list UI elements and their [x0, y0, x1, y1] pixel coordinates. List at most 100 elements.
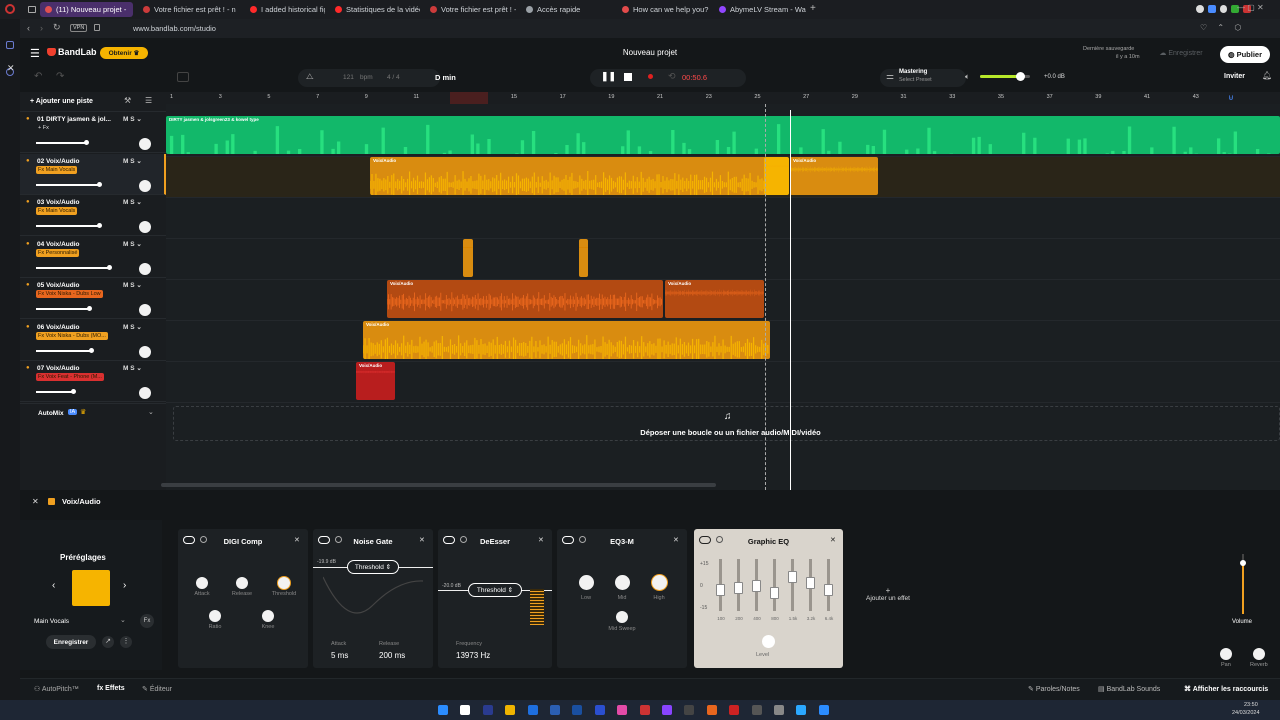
gate-threshold-pill[interactable]: Threshold ⇕ — [347, 560, 399, 574]
track-lane[interactable] — [166, 239, 1280, 280]
audio-clip[interactable] — [463, 239, 473, 277]
horizontal-scrollbar[interactable] — [161, 483, 716, 487]
knee-knob[interactable] — [262, 610, 274, 622]
obtain-button[interactable]: Obtenir ♛ — [100, 47, 148, 59]
taskbar-app-icon[interactable] — [617, 705, 628, 715]
tracks-settings-icon[interactable]: ☰ — [145, 96, 152, 105]
save-project-button[interactable]: ☁ Enregistrer — [1150, 46, 1212, 60]
preset-artwork[interactable] — [72, 570, 110, 606]
taskbar-app-icon[interactable] — [751, 705, 762, 715]
taskbar-app-icon[interactable] — [460, 705, 471, 715]
track-volume-slider[interactable] — [36, 181, 102, 187]
preset-chevron-icon[interactable]: ⌄ — [120, 616, 126, 624]
remove-effect-icon[interactable]: ✕ — [419, 536, 425, 544]
low-knob[interactable] — [579, 575, 594, 590]
reverb-knob[interactable] — [1253, 648, 1265, 660]
window-controls[interactable]: — ▢ ✕ — [1237, 3, 1264, 12]
add-effect-button[interactable]: + Ajouter un effet — [858, 586, 918, 602]
remove-effect-icon[interactable]: ✕ — [538, 536, 544, 544]
tool-icon[interactable]: ⚒ — [124, 96, 131, 105]
effects-tab[interactable]: fx Effets — [97, 685, 125, 692]
browser-tab[interactable]: (11) Nouveau projet - — [40, 2, 133, 17]
sidebar-icon-1[interactable] — [6, 41, 14, 49]
browser-tab[interactable]: Votre fichier est prêt ! - n — [138, 2, 240, 17]
track-volume-handle[interactable] — [96, 223, 102, 228]
audio-clip[interactable]: Voix/Audio — [387, 280, 663, 318]
pan-knob[interactable] — [1220, 648, 1232, 660]
track-name[interactable]: 03 Voix/Audio — [37, 199, 80, 206]
taskbar-app-icon[interactable] — [706, 705, 717, 715]
mid-sweep-knob[interactable] — [616, 611, 628, 623]
record-icon[interactable] — [648, 74, 653, 79]
audio-clip[interactable] — [579, 239, 588, 277]
mute-solo-buttons[interactable]: M S ⌄ — [123, 364, 142, 372]
bandlab-logo[interactable]: BandLab — [58, 47, 97, 57]
gate-release-value[interactable]: 200 ms — [379, 651, 405, 660]
track-volume-slider[interactable] — [36, 389, 76, 394]
mute-solo-buttons[interactable]: M S ⌄ — [123, 281, 142, 289]
taskbar-app-icon[interactable] — [662, 705, 672, 715]
taskbar-app-icon[interactable] — [796, 705, 807, 715]
new-tab-button[interactable]: + — [810, 3, 816, 14]
audio-clip[interactable] — [764, 157, 789, 195]
taskbar-app-icon[interactable] — [482, 705, 493, 715]
invite-button[interactable]: Inviter — [1224, 73, 1245, 80]
track-name[interactable]: 04 Voix/Audio — [37, 241, 80, 248]
taskbar-app-icon[interactable] — [774, 705, 784, 715]
track-header[interactable]: ● 01 DIRTY jasmen & jol... M S ⌄ + Fx — [20, 112, 166, 153]
arrangement-area[interactable]: DIRTY jasmen & jolsgreen23 & kowel type V… — [161, 104, 1280, 490]
autopitch-tab[interactable]: ⚇ AutoPitch™ — [34, 685, 79, 693]
attack-knob[interactable] — [196, 577, 208, 589]
browser-tab[interactable]: How can we help you? - — [617, 2, 709, 17]
audio-clip[interactable]: Voix/Audio — [665, 280, 764, 318]
remove-effect-icon[interactable]: ✕ — [830, 536, 836, 544]
prev-preset-icon[interactable]: ‹ — [52, 580, 55, 591]
track-pan-knob[interactable] — [139, 221, 151, 233]
bpm-value[interactable]: 121 — [343, 74, 354, 81]
browser-logo-icon[interactable] — [5, 4, 15, 14]
deesser-frequency-value[interactable]: 13973 Hz — [456, 651, 490, 660]
close-panel-icon[interactable]: ✕ — [32, 497, 39, 506]
vpn-badge[interactable]: VPN — [70, 24, 88, 32]
geq-band-handle[interactable] — [788, 570, 797, 583]
undo-icon[interactable]: ↶ — [34, 71, 42, 82]
loop-icon[interactable]: ⟲ — [668, 71, 676, 82]
preset-fx-icon[interactable]: Fx — [140, 614, 154, 628]
notification-icon[interactable]: 🔔︎ — [1262, 71, 1272, 80]
shortcuts-button[interactable]: ⌘ Afficher les raccourcis — [1184, 685, 1268, 693]
geq-band-handle[interactable] — [806, 577, 815, 590]
master-volume-slider[interactable] — [980, 72, 1030, 81]
stop-icon[interactable] — [624, 73, 632, 81]
taskbar-app-icon[interactable] — [729, 705, 740, 715]
track-volume-handle[interactable] — [83, 140, 89, 145]
browser-tab[interactable]: Accès rapide — [521, 2, 611, 17]
track-fx-badge[interactable]: Fx Personnalisé — [36, 248, 80, 257]
browser-menu-icons[interactable]: ♡ ⌃ ⬡ — [1200, 23, 1245, 32]
drop-zone[interactable]: ♫ Déposer une boucle ou un fichier audio… — [173, 406, 1280, 441]
pause-icon[interactable]: ❚❚ — [601, 71, 616, 82]
track-name[interactable]: 01 DIRTY jasmen & jol... — [37, 116, 111, 123]
forward-icon[interactable]: › — [40, 23, 43, 33]
track-volume-handle[interactable] — [87, 306, 93, 311]
geq-band-handle[interactable] — [752, 579, 761, 592]
ratio-knob[interactable] — [209, 610, 221, 622]
audio-clip[interactable]: Voix/Audio — [356, 362, 395, 400]
track-name[interactable]: 06 Voix/Audio — [37, 324, 80, 331]
track-fx-badge[interactable]: Fx Voix Niska - Dubs (MO... — [36, 331, 108, 340]
loop-region[interactable] — [450, 92, 488, 104]
audio-clip[interactable]: Voix/Audio — [363, 321, 770, 359]
browser-tab[interactable]: Statistiques de la vidéo - — [330, 2, 420, 17]
track-pan-knob[interactable] — [139, 179, 151, 192]
remove-effect-icon[interactable]: ✕ — [294, 536, 300, 544]
release-knob[interactable] — [236, 577, 248, 589]
track-header[interactable]: ● 03 Voix/Audio M S ⌄ Fx Main Vocals — [20, 195, 166, 236]
taskbar-app-icon[interactable] — [505, 705, 516, 715]
mute-solo-buttons[interactable]: M S ⌄ — [123, 115, 142, 123]
track-volume-slider[interactable] — [36, 264, 112, 270]
volume-fader-knob[interactable] — [1240, 560, 1246, 566]
key-value[interactable]: D min — [435, 73, 456, 82]
audio-clip[interactable]: Voix/Audio — [790, 157, 878, 195]
geq-band-handle[interactable] — [824, 584, 833, 597]
track-volume-handle[interactable] — [88, 347, 94, 353]
track-lane[interactable] — [166, 198, 1280, 239]
